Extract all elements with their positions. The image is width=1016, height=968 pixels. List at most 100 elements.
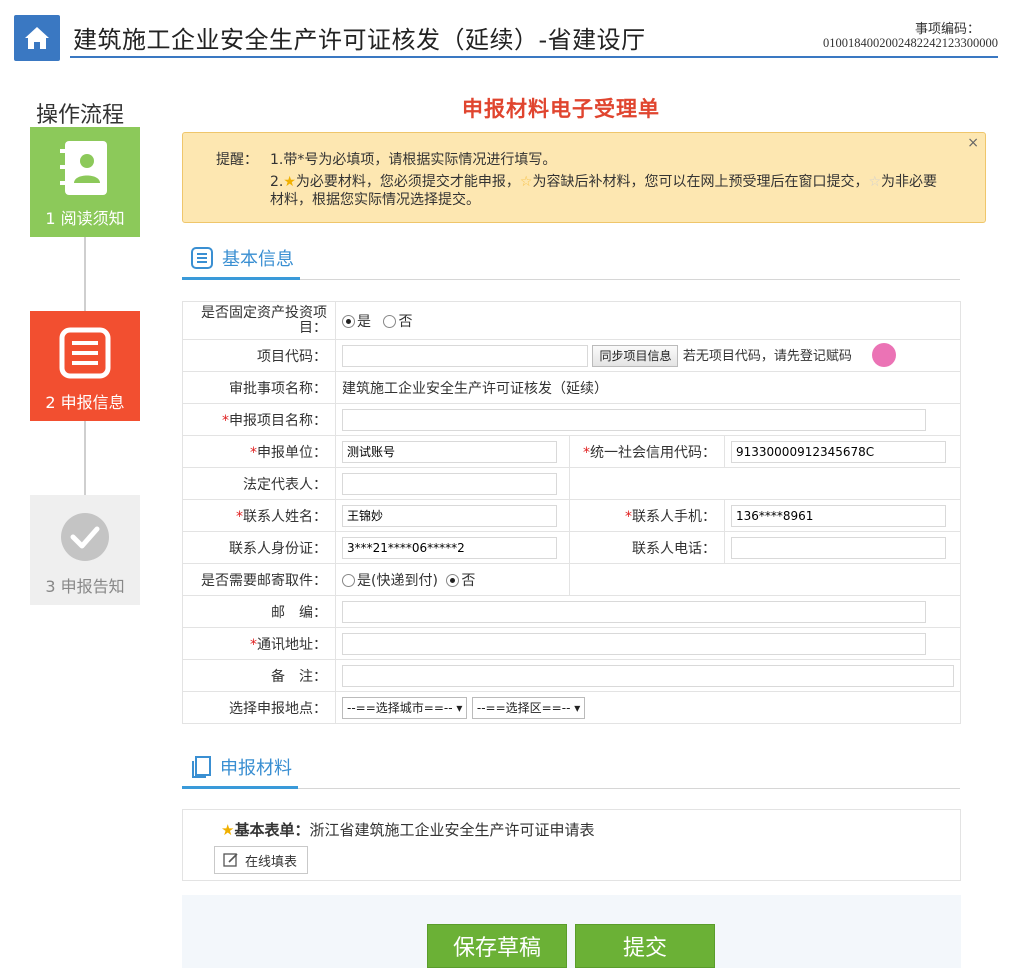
contact-mobile-input[interactable]: 136****8961 (731, 504, 946, 527)
notice-line-2: 2.★为必要材料，您必须提交才能申报，☆为容缺后补材料，您可以在网上预受理后在窗… (270, 173, 950, 209)
contact-phone-input[interactable] (731, 536, 946, 559)
contact-id-input[interactable]: 3***21****06*****2 (342, 536, 557, 559)
list-document-icon (59, 327, 111, 379)
required-mark: * (236, 508, 243, 525)
location-label: 选择申报地点： (182, 691, 336, 724)
materials-item-name: 浙江省建筑施工企业安全生产许可证申请表 (309, 821, 595, 839)
mail-no-radio[interactable] (446, 574, 460, 587)
radio-label: 是(快递到付) (357, 572, 438, 589)
step-read-notice[interactable]: 1 阅读须知 (30, 127, 140, 237)
star-optional-icon: ☆ (868, 174, 882, 190)
basic-info-form: 是否固定资产投资项目： 是 否 项目代码： 同步项目信息 若无项目代码，请先登记… (182, 301, 961, 724)
district-select-value: --==选择区==-- (476, 700, 571, 715)
save-draft-button[interactable]: 保存草稿 (427, 924, 567, 968)
online-fill-button[interactable]: 在线填表 (214, 846, 309, 874)
page-header: 建筑施工企业安全生产许可证核发（延续）-省建设厅 事项编码： 010018400… (0, 0, 1016, 62)
star-deferred-icon: ☆ (519, 174, 533, 190)
submit-button[interactable]: 提交 (575, 924, 715, 968)
project-code-label: 项目代码： (182, 339, 336, 372)
chevron-down-icon: ▾ (456, 700, 463, 715)
section-title: 申报材料 (220, 757, 292, 779)
contact-name-input[interactable]: 王锦妙 (342, 504, 557, 527)
edit-icon (223, 853, 238, 867)
list-icon (191, 246, 213, 269)
credit-code-input[interactable]: 91330000912345678C (731, 440, 946, 463)
form-heading: 申报材料电子受理单 (462, 97, 660, 121)
sync-project-button[interactable]: 同步项目信息 (592, 344, 679, 367)
tab-materials[interactable]: 申报材料 (182, 747, 298, 789)
check-circle-icon (61, 513, 109, 561)
project-code-input[interactable] (342, 344, 588, 367)
notice-line-2-prefix: 2. (270, 174, 284, 190)
legal-rep-label: 法定代表人： (182, 467, 336, 500)
remark-input[interactable] (342, 664, 954, 687)
fixed-asset-options: 是 否 (335, 301, 961, 340)
notice-label: 提醒： (216, 152, 258, 168)
remark-label: 备 注： (182, 659, 336, 692)
required-mark: * (250, 444, 257, 461)
tab-basic-info[interactable]: 基本信息 (182, 238, 300, 280)
address-input[interactable] (342, 632, 926, 655)
fixed-asset-no-radio[interactable] (383, 315, 397, 328)
contact-mobile-label: 联系人手机： (632, 508, 716, 525)
contact-phone-label: 联系人电话： (569, 531, 725, 564)
approval-item-value: 建筑施工企业安全生产许可证核发（延续） (335, 371, 961, 404)
header-divider (70, 56, 998, 58)
close-icon[interactable]: × (967, 135, 979, 151)
star-required-icon: ★ (221, 821, 235, 839)
district-select[interactable]: --==选择区==-- ▾ (471, 696, 586, 719)
step-fill-info[interactable]: 2 申报信息 (30, 311, 140, 421)
materials-section-header: 申报材料 (182, 747, 960, 789)
basic-info-section-header: 基本信息 (182, 238, 960, 280)
materials-item-label: 基本表单： (234, 821, 310, 839)
address-label: 通讯地址： (257, 636, 327, 653)
home-button[interactable] (14, 15, 60, 61)
required-mark: * (583, 444, 590, 461)
page-title: 建筑施工企业安全生产许可证核发（延续）-省建设厅 (73, 26, 646, 54)
required-mark: * (625, 508, 632, 525)
chevron-down-icon: ▾ (574, 700, 581, 715)
project-name-label: 申报项目名称： (229, 412, 327, 429)
city-select[interactable]: --==选择城市==-- ▾ (342, 696, 468, 719)
mail-yes-radio[interactable] (342, 574, 355, 587)
item-code-value: 0100184002002482242123300000 (823, 36, 998, 50)
applicant-input[interactable]: 测试账号 (342, 440, 557, 463)
process-title: 操作流程 (36, 103, 125, 128)
credit-code-label: 统一社会信用代码： (590, 444, 716, 461)
star-required-icon: ★ (283, 174, 296, 190)
step-label: 1 阅读须知 (45, 209, 125, 228)
postcode-label: 邮 编： (182, 595, 336, 628)
contact-id-label: 联系人身份证： (182, 531, 336, 564)
required-mark: * (250, 636, 257, 653)
mail-pickup-label: 是否需要邮寄取件： (182, 563, 336, 596)
radio-label: 否 (398, 313, 413, 330)
project-name-input[interactable] (342, 408, 926, 431)
step-label: 3 申报告知 (45, 577, 125, 596)
item-code-label: 事项编码： (914, 22, 980, 37)
required-mark: * (222, 412, 229, 429)
notice-line-2-b: 为容缺后补材料，您可以在网上预受理后在窗口提交， (532, 174, 869, 190)
contact-book-icon (60, 141, 107, 195)
step-notification[interactable]: 3 申报告知 (30, 495, 140, 605)
project-code-hint[interactable]: 若无项目代码，请先登记赋码 (683, 349, 852, 364)
approval-item-label: 审批事项名称： (182, 371, 336, 404)
applicant-label: 申报单位： (257, 444, 327, 461)
materials-item: ★基本表单：浙江省建筑施工企业安全生产许可证申请表 (221, 819, 594, 840)
notice-line-1: 1.带*号为必填项，请根据实际情况进行填写。 (270, 152, 557, 168)
radio-label: 是 (357, 313, 371, 330)
section-title: 基本信息 (222, 248, 294, 270)
online-fill-label: 在线填表 (245, 854, 298, 870)
step-label: 2 申报信息 (45, 393, 125, 412)
notice-line-2-a: 为必要材料，您必须提交才能申报， (295, 174, 520, 190)
home-icon (25, 27, 49, 49)
step-connector (84, 237, 86, 311)
postcode-input[interactable] (342, 600, 926, 623)
legal-rep-input[interactable] (342, 472, 557, 495)
materials-list: ★基本表单：浙江省建筑施工企业安全生产许可证申请表 在线填表 (182, 809, 961, 881)
notice-box: × 提醒： 1.带*号为必填项，请根据实际情况进行填写。 2.★为必要材料，您必… (182, 132, 986, 223)
form-actions: 保存草稿 提交 (182, 895, 961, 968)
fixed-asset-yes-radio[interactable] (342, 315, 355, 328)
fixed-asset-label: 是否固定资产投资项目： (182, 301, 336, 340)
step-connector (84, 421, 86, 495)
city-select-value: --==选择城市==-- (347, 700, 453, 715)
